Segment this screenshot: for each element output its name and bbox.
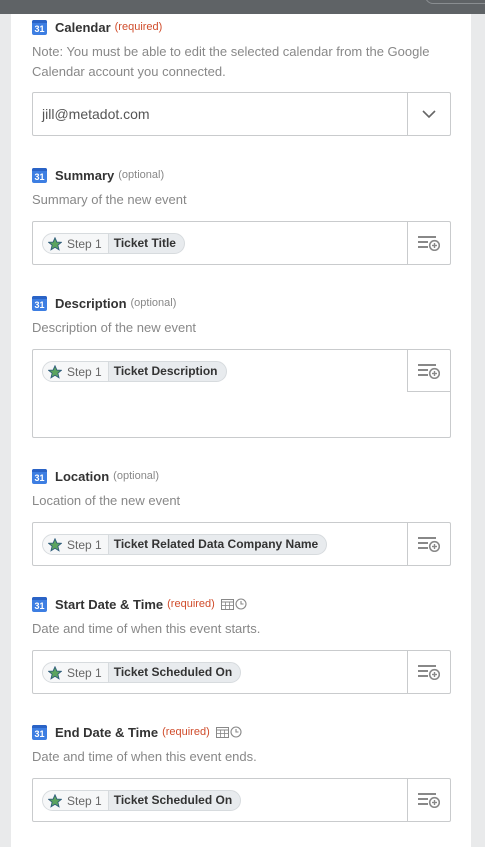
step-label: Step 1 (67, 793, 102, 808)
mapped-field-pill[interactable]: Step 1 Ticket Related Data Company Name (42, 534, 328, 555)
zapier-step-star-icon (48, 236, 62, 251)
zapier-step-star-icon (48, 364, 62, 379)
mapped-field-name: Ticket Scheduled On (113, 665, 233, 679)
optional-tag: (optional) (113, 470, 160, 482)
insert-data-button[interactable] (407, 779, 450, 821)
insert-data-button[interactable] (407, 350, 450, 392)
field-label: Location (55, 468, 110, 484)
start-datetime-label-row: 31 Start Date & Time (required) (32, 595, 451, 613)
mapped-field-pill[interactable]: Step 1 Ticket Scheduled On (42, 790, 242, 811)
mapped-field-pill[interactable]: Step 1 Ticket Scheduled On (42, 662, 242, 683)
start-datetime-input[interactable]: Step 1 Ticket Scheduled On (32, 650, 451, 694)
google-calendar-icon: 31 (32, 295, 47, 311)
step-badge: Step 1 (43, 663, 109, 682)
mapped-field-pill[interactable]: Step 1 Ticket Description (42, 361, 227, 382)
optional-tag: (optional) (118, 169, 165, 181)
end-datetime-input[interactable]: Step 1 Ticket Scheduled On (32, 778, 451, 822)
action-form-panel: 31 Calendar (required) Note: You must be… (11, 14, 471, 847)
step-label: Step 1 (67, 364, 102, 379)
mapped-field-name: Ticket Description (113, 364, 218, 378)
summary-input[interactable]: Step 1 Ticket Title (32, 221, 451, 265)
insert-data-button[interactable] (407, 651, 450, 693)
field-label: End Date & Time (55, 724, 159, 740)
optional-tag: (optional) (130, 297, 177, 309)
field-help-text: Date and time of when this event ends. (32, 749, 257, 764)
step-badge: Step 1 (43, 234, 109, 253)
insert-field-icon (418, 537, 440, 552)
field-help-text: Description of the new event (32, 320, 197, 335)
step-label: Step 1 (67, 236, 102, 251)
step-badge: Step 1 (43, 535, 109, 554)
insert-field-icon (418, 665, 440, 680)
google-calendar-icon: 31 (32, 468, 47, 484)
calendar-clock-icon (215, 726, 242, 738)
mapped-field-name: Ticket Scheduled On (113, 793, 233, 807)
description-label-row: 31 Description (optional) (32, 294, 451, 312)
zapier-step-star-icon (48, 665, 62, 680)
insert-field-icon (418, 363, 440, 379)
start-datetime-field: 31 Start Date & Time (required) Date and… (32, 595, 451, 694)
location-label-row: 31 Location (optional) (32, 467, 451, 485)
mapped-field-pill[interactable]: Step 1 Ticket Title (42, 233, 185, 254)
end-datetime-label-row: 31 End Date & Time (required) (32, 723, 451, 741)
summary-field: 31 Summary (optional) Summary of the new… (32, 166, 451, 265)
field-label: Start Date & Time (55, 596, 164, 612)
field-help-text: Note: You must be able to edit the selec… (32, 44, 430, 79)
step-label: Step 1 (67, 537, 102, 552)
field-label: Calendar (55, 19, 111, 35)
top-bar-pill (425, 0, 485, 4)
required-tag: (required) (162, 726, 210, 738)
step-badge: Step 1 (43, 362, 109, 381)
field-help-text: Date and time of when this event starts. (32, 621, 261, 636)
summary-label-row: 31 Summary (optional) (32, 166, 451, 184)
step-label: Step 1 (67, 665, 102, 680)
location-input[interactable]: Step 1 Ticket Related Data Company Name (32, 522, 451, 566)
location-field: 31 Location (optional) Location of the n… (32, 467, 451, 566)
google-calendar-icon: 31 (32, 167, 47, 183)
google-calendar-icon: 31 (32, 596, 47, 612)
calendar-clock-icon (220, 598, 247, 610)
end-datetime-field: 31 End Date & Time (required) Date and t… (32, 723, 451, 822)
calendar-select[interactable]: jill@metadot.com (32, 92, 451, 136)
chevron-down-icon (422, 109, 436, 118)
insert-data-button[interactable] (407, 523, 450, 565)
google-calendar-icon: 31 (32, 19, 47, 35)
mapped-field-name: Ticket Related Data Company Name (113, 537, 319, 551)
insert-field-icon (418, 236, 440, 251)
required-tag: (required) (114, 21, 163, 33)
field-help-text: Summary of the new event (32, 192, 187, 207)
zapier-step-star-icon (48, 793, 62, 808)
description-textarea[interactable]: Step 1 Ticket Description (32, 349, 451, 438)
calendar-selected-value: jill@metadot.com (42, 106, 150, 122)
required-tag: (required) (167, 598, 215, 610)
google-calendar-icon: 31 (32, 724, 47, 740)
mapped-field-name: Ticket Title (113, 236, 176, 250)
calendar-label-row: 31 Calendar (required) (32, 18, 451, 36)
field-label: Summary (55, 167, 115, 183)
top-bar (0, 0, 485, 14)
field-label: Description (55, 295, 127, 311)
field-help-text: Location of the new event (32, 493, 181, 508)
description-field: 31 Description (optional) Description of… (32, 294, 451, 438)
calendar-field: 31 Calendar (required) Note: You must be… (32, 18, 451, 136)
calendar-dropdown-button[interactable] (407, 93, 450, 135)
step-badge: Step 1 (43, 791, 109, 810)
insert-data-button[interactable] (407, 222, 450, 264)
insert-field-icon (418, 793, 440, 808)
zapier-step-star-icon (48, 537, 62, 552)
